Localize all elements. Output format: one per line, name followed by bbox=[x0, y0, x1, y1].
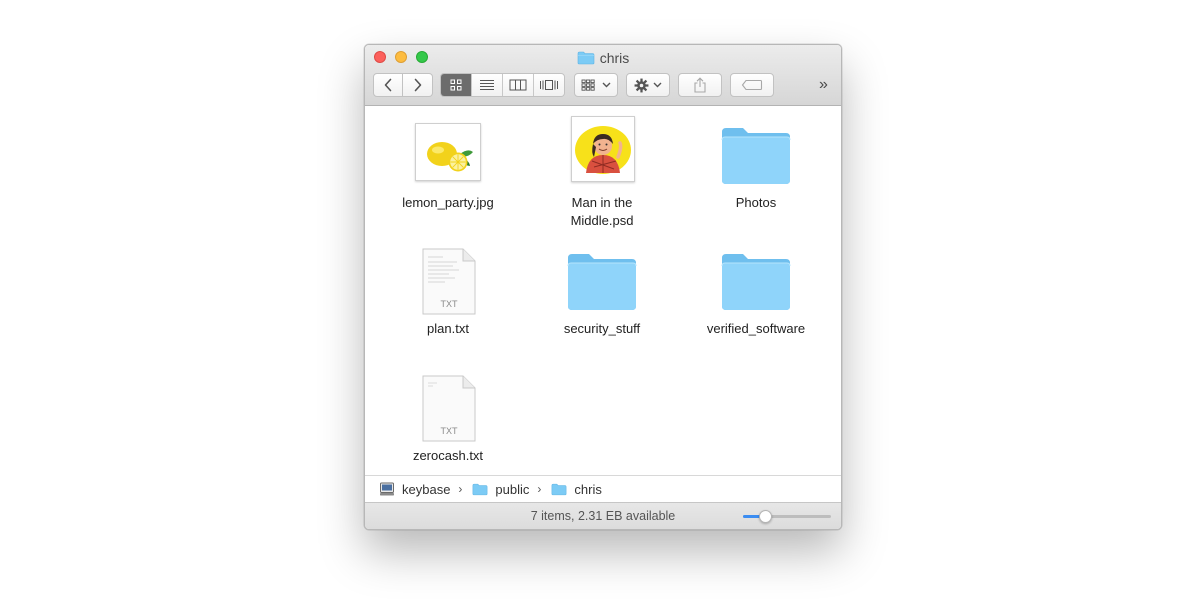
folder-name: security_stuff bbox=[563, 321, 641, 336]
slider-knob[interactable] bbox=[759, 510, 772, 523]
file-name: Man in the Middle.psd bbox=[570, 195, 634, 228]
back-button[interactable] bbox=[373, 73, 403, 97]
file-name: plan.txt bbox=[427, 321, 469, 336]
drive-icon bbox=[380, 482, 394, 496]
chevron-down-icon bbox=[653, 82, 662, 88]
arrange-grid-icon bbox=[581, 79, 595, 91]
share-icon bbox=[694, 77, 706, 93]
forward-button[interactable] bbox=[403, 73, 433, 97]
icon-view-button[interactable] bbox=[441, 74, 472, 96]
arrange-button[interactable] bbox=[574, 73, 618, 97]
image-thumbnail bbox=[415, 123, 481, 181]
path-bar: keybase › public › chris bbox=[365, 475, 841, 502]
path-segment-public[interactable]: public bbox=[495, 482, 529, 497]
icon-size-slider[interactable] bbox=[743, 510, 831, 523]
tag-button[interactable] bbox=[730, 73, 774, 97]
chevron-right-icon bbox=[414, 78, 421, 92]
column-view-button[interactable] bbox=[503, 74, 534, 96]
file-name: zerocash.txt bbox=[412, 448, 484, 463]
file-type-badge: TXT bbox=[441, 299, 459, 309]
file-item[interactable]: TXT zerocash.txt bbox=[383, 373, 513, 465]
file-item[interactable]: TXT plan.txt bbox=[383, 246, 513, 338]
action-button[interactable] bbox=[626, 73, 670, 97]
status-bar: 7 items, 2.31 EB available bbox=[365, 502, 841, 529]
image-thumbnail bbox=[571, 116, 635, 182]
icon-view-icon bbox=[450, 79, 462, 91]
folder-icon bbox=[721, 128, 791, 184]
file-item[interactable]: lemon_party.jpg bbox=[383, 120, 513, 212]
cover-flow-view-button[interactable] bbox=[534, 74, 564, 96]
column-view-icon bbox=[509, 79, 527, 91]
folder-item[interactable]: verified_software bbox=[691, 246, 821, 338]
folder-icon bbox=[552, 483, 567, 495]
folder-item[interactable]: security_stuff bbox=[537, 246, 667, 338]
file-icon-grid: lemon_party.jpg Man in the Middle.psd Ph… bbox=[365, 106, 841, 475]
file-name: lemon_party.jpg bbox=[402, 195, 494, 210]
folder-icon bbox=[721, 254, 791, 310]
view-switcher bbox=[440, 73, 565, 97]
path-separator-icon: › bbox=[458, 482, 463, 496]
path-separator-icon: › bbox=[537, 482, 542, 496]
chevron-left-icon bbox=[384, 78, 392, 92]
tag-icon bbox=[741, 79, 763, 91]
path-segment-chris[interactable]: chris bbox=[574, 482, 601, 497]
share-button[interactable] bbox=[678, 73, 722, 97]
text-document-icon: TXT bbox=[422, 375, 476, 442]
finder-window: chris » lemon_party.jpg Man in the Middl… bbox=[364, 44, 842, 530]
window-title: chris bbox=[365, 49, 841, 67]
chevron-down-icon bbox=[602, 82, 611, 88]
list-view-icon bbox=[480, 80, 494, 90]
toolbar-overflow-button[interactable]: » bbox=[819, 76, 828, 94]
cover-flow-icon bbox=[540, 80, 558, 90]
folder-name: verified_software bbox=[706, 321, 806, 336]
gear-icon bbox=[634, 78, 649, 92]
folder-icon bbox=[577, 51, 595, 65]
folder-icon bbox=[473, 483, 488, 495]
path-segment-keybase[interactable]: keybase bbox=[402, 482, 450, 497]
file-type-badge: TXT bbox=[441, 426, 459, 436]
text-document-icon: TXT bbox=[422, 248, 476, 315]
folder-name: Photos bbox=[735, 195, 777, 210]
list-view-button[interactable] bbox=[472, 74, 503, 96]
folder-item[interactable]: Photos bbox=[691, 120, 821, 212]
person-image-icon bbox=[575, 126, 631, 174]
folder-icon bbox=[567, 254, 637, 310]
file-item[interactable]: Man in the Middle.psd bbox=[537, 116, 667, 230]
lemon-image-icon bbox=[427, 142, 473, 172]
window-title-text: chris bbox=[599, 50, 630, 66]
title-bar: chris » bbox=[365, 45, 841, 106]
